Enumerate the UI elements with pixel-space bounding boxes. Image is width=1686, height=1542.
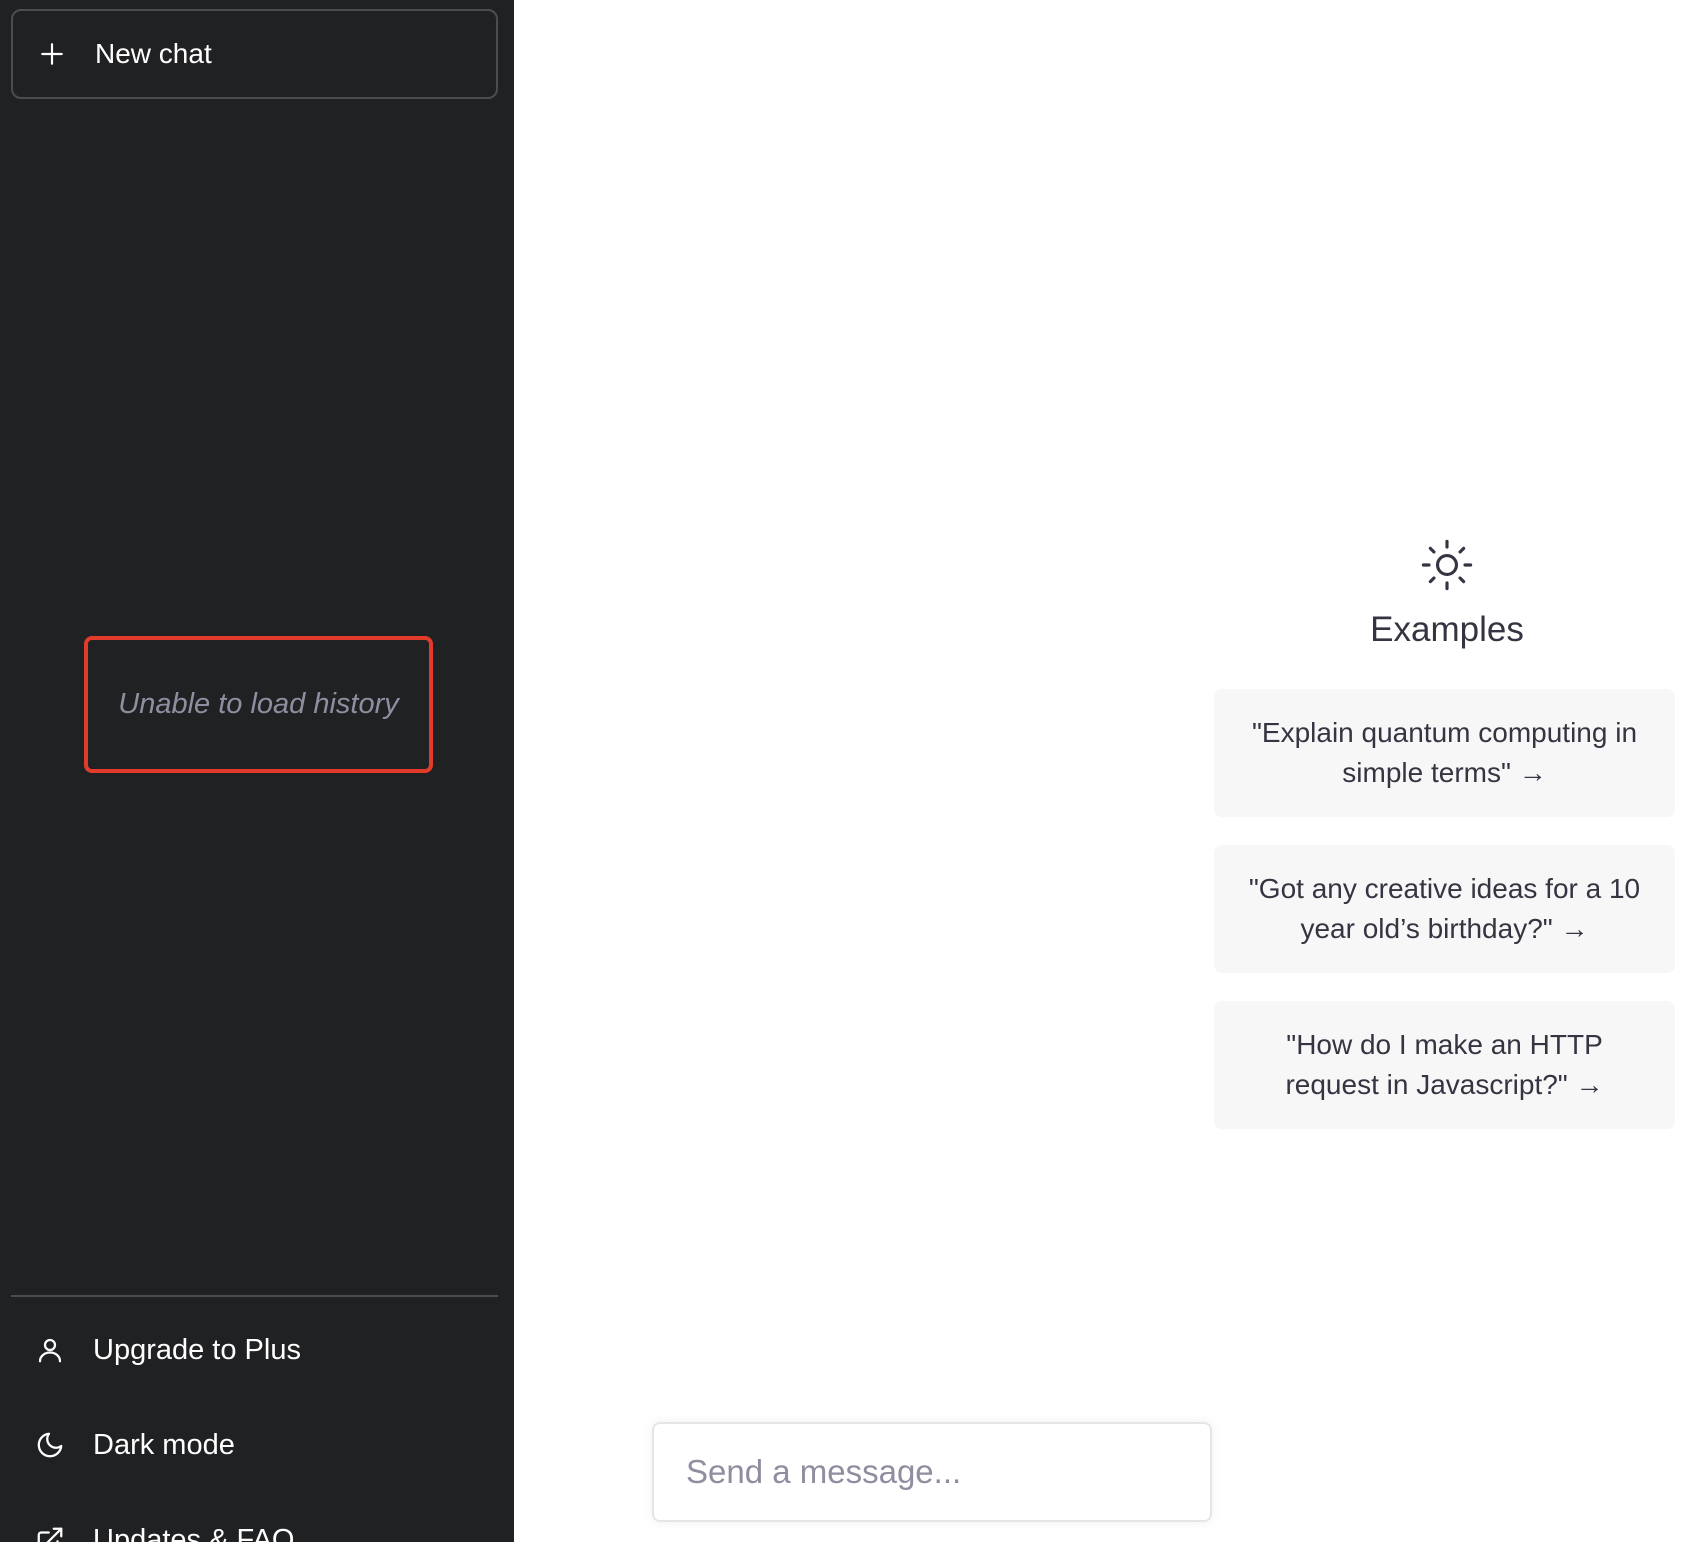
sidebar-divider	[11, 1295, 498, 1297]
dark-mode-toggle[interactable]: Dark mode	[11, 1405, 498, 1485]
main-panel: Examples "Explain quantum computing in s…	[514, 0, 1686, 1542]
example-prompt-button[interactable]: "Got any creative ideas for a 10 year ol…	[1214, 845, 1675, 973]
upgrade-label: Upgrade to Plus	[93, 1333, 301, 1366]
examples-heading: Examples	[1370, 610, 1524, 649]
sun-icon	[1420, 538, 1474, 592]
message-composer	[652, 1422, 1212, 1522]
plus-icon	[39, 41, 65, 67]
app-window: New chat Unable to load history Upgrade …	[0, 0, 1686, 1542]
message-input[interactable]	[686, 1453, 1210, 1491]
example-prompt-button[interactable]: "Explain quantum computing in simple ter…	[1214, 689, 1675, 817]
user-icon	[35, 1335, 65, 1365]
updates-faq-link[interactable]: Updates & FAQ	[11, 1500, 498, 1542]
external-link-icon	[35, 1525, 65, 1542]
history-error-message: Unable to load history	[84, 636, 433, 773]
new-chat-label: New chat	[95, 38, 212, 69]
example-prompt-button[interactable]: "How do I make an HTTP request in Javasc…	[1214, 1001, 1675, 1129]
upgrade-to-plus-button[interactable]: Upgrade to Plus	[11, 1310, 498, 1390]
sidebar: New chat Unable to load history Upgrade …	[0, 0, 514, 1542]
new-chat-button[interactable]: New chat	[11, 9, 498, 99]
dark-mode-label: Dark mode	[93, 1428, 235, 1461]
updates-faq-label: Updates & FAQ	[93, 1523, 295, 1542]
moon-icon	[35, 1430, 65, 1460]
